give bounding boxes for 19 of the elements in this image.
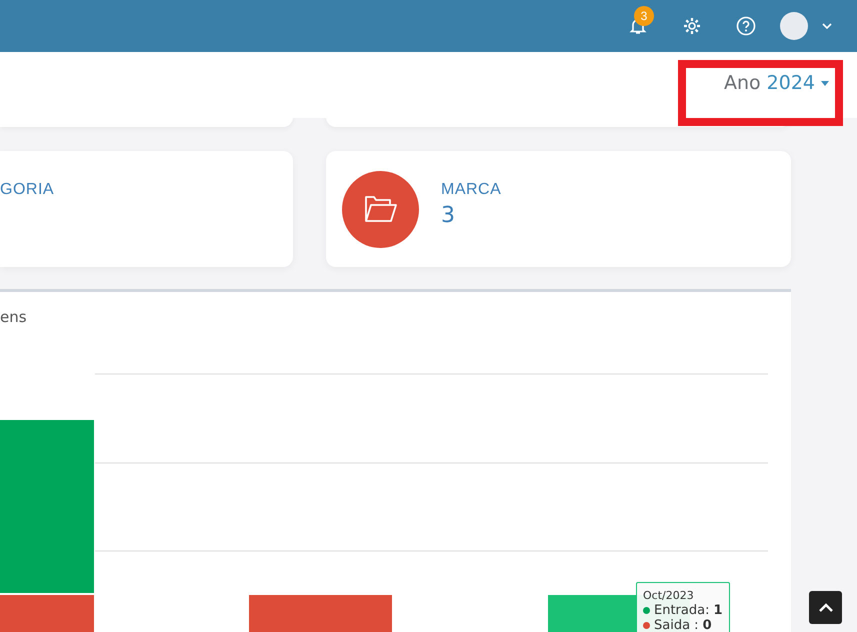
- avatar[interactable]: [780, 12, 808, 40]
- folder-icon: [364, 194, 398, 224]
- chart-title: ens: [0, 308, 28, 328]
- card-title: GORIA: [0, 181, 54, 199]
- tooltip-label: Saida :: [654, 618, 699, 632]
- chevron-down-icon[interactable]: [822, 23, 832, 29]
- tooltip-value: 0: [702, 618, 712, 632]
- card-value: 3: [441, 203, 456, 228]
- tooltip-value: 1: [713, 603, 723, 618]
- settings-icon[interactable]: [682, 16, 702, 36]
- tooltip-label: Entrada:: [654, 603, 710, 618]
- notification-badge: 3: [634, 6, 654, 26]
- tooltip-title: Oct/2023: [643, 588, 695, 603]
- card-title: MARCA: [441, 181, 502, 199]
- help-icon[interactable]: [736, 16, 756, 36]
- year-dropdown[interactable]: Ano 2024: [724, 72, 829, 94]
- chevron-up-icon: [818, 603, 832, 612]
- caret-icon: [821, 80, 829, 86]
- scroll-top-button[interactable]: [809, 591, 842, 624]
